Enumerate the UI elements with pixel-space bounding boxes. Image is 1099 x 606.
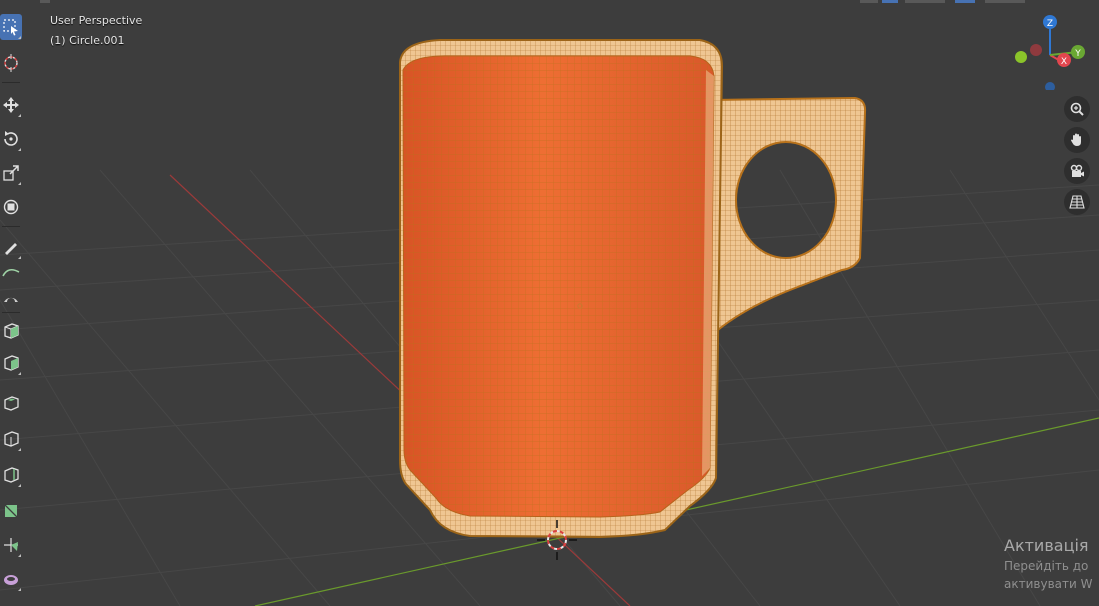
viewport-scene[interactable]	[0, 0, 1099, 606]
toolbar-divider	[2, 312, 20, 313]
poly-build-icon[interactable]	[0, 532, 22, 558]
mug-handle	[711, 96, 867, 338]
activation-line-1: Перейдіть до	[1004, 559, 1089, 573]
navigation-gizmo[interactable]: Z X Y	[1010, 10, 1090, 90]
annotate-icon[interactable]	[0, 234, 22, 260]
header-fragment	[905, 0, 945, 3]
windows-activation-watermark: Активація Перейдіть до активувати W	[1004, 536, 1092, 591]
spin-icon[interactable]	[0, 566, 22, 592]
measure-icon[interactable]	[0, 258, 22, 284]
loop-cut-icon[interactable]	[0, 462, 22, 488]
knife-icon[interactable]	[0, 498, 22, 524]
header-fragment	[860, 0, 878, 3]
header-fragment	[882, 0, 898, 3]
header-fragment	[40, 0, 50, 3]
scale-icon[interactable]	[0, 160, 22, 186]
move-icon[interactable]	[0, 92, 22, 118]
extrude-icon[interactable]	[0, 350, 22, 376]
add-cube-icon[interactable]	[0, 318, 22, 344]
bevel-icon[interactable]	[0, 426, 22, 452]
rotate-icon[interactable]	[0, 126, 22, 152]
gizmo-x-label: X	[1061, 57, 1067, 67]
gizmo-neg-y-handle	[1015, 51, 1027, 63]
mug-body	[399, 39, 724, 539]
cursor-icon[interactable]	[0, 50, 22, 76]
hand-pan-icon[interactable]	[1064, 127, 1090, 153]
tool-shelf	[0, 10, 24, 606]
camera-icon[interactable]	[1064, 158, 1090, 184]
toolbar-divider	[2, 226, 20, 227]
toolbar-divider	[2, 82, 20, 83]
header-fragment	[955, 0, 975, 3]
inset-icon[interactable]	[0, 390, 22, 416]
gizmo-neg-x-handle	[1030, 44, 1042, 56]
select-box-icon[interactable]	[0, 14, 22, 40]
grid-perspective-icon[interactable]	[1064, 189, 1090, 215]
transform-icon[interactable]	[0, 194, 22, 220]
activation-title: Активація	[1004, 536, 1089, 555]
header-fragment	[985, 0, 1025, 3]
gizmo-y-label: Y	[1074, 49, 1081, 59]
3d-viewport[interactable]: User Perspective (1) Circle.001 Z X Y Ак…	[0, 0, 1099, 606]
protractor-icon[interactable]	[0, 284, 22, 310]
gizmo-neg-z-handle	[1045, 82, 1055, 90]
gizmo-z-label: Z	[1047, 19, 1053, 29]
zoom-icon[interactable]	[1064, 96, 1090, 122]
activation-line-2: активувати W	[1004, 577, 1093, 591]
active-object-label: (1) Circle.001	[50, 34, 125, 47]
view-perspective-label: User Perspective	[50, 14, 143, 27]
